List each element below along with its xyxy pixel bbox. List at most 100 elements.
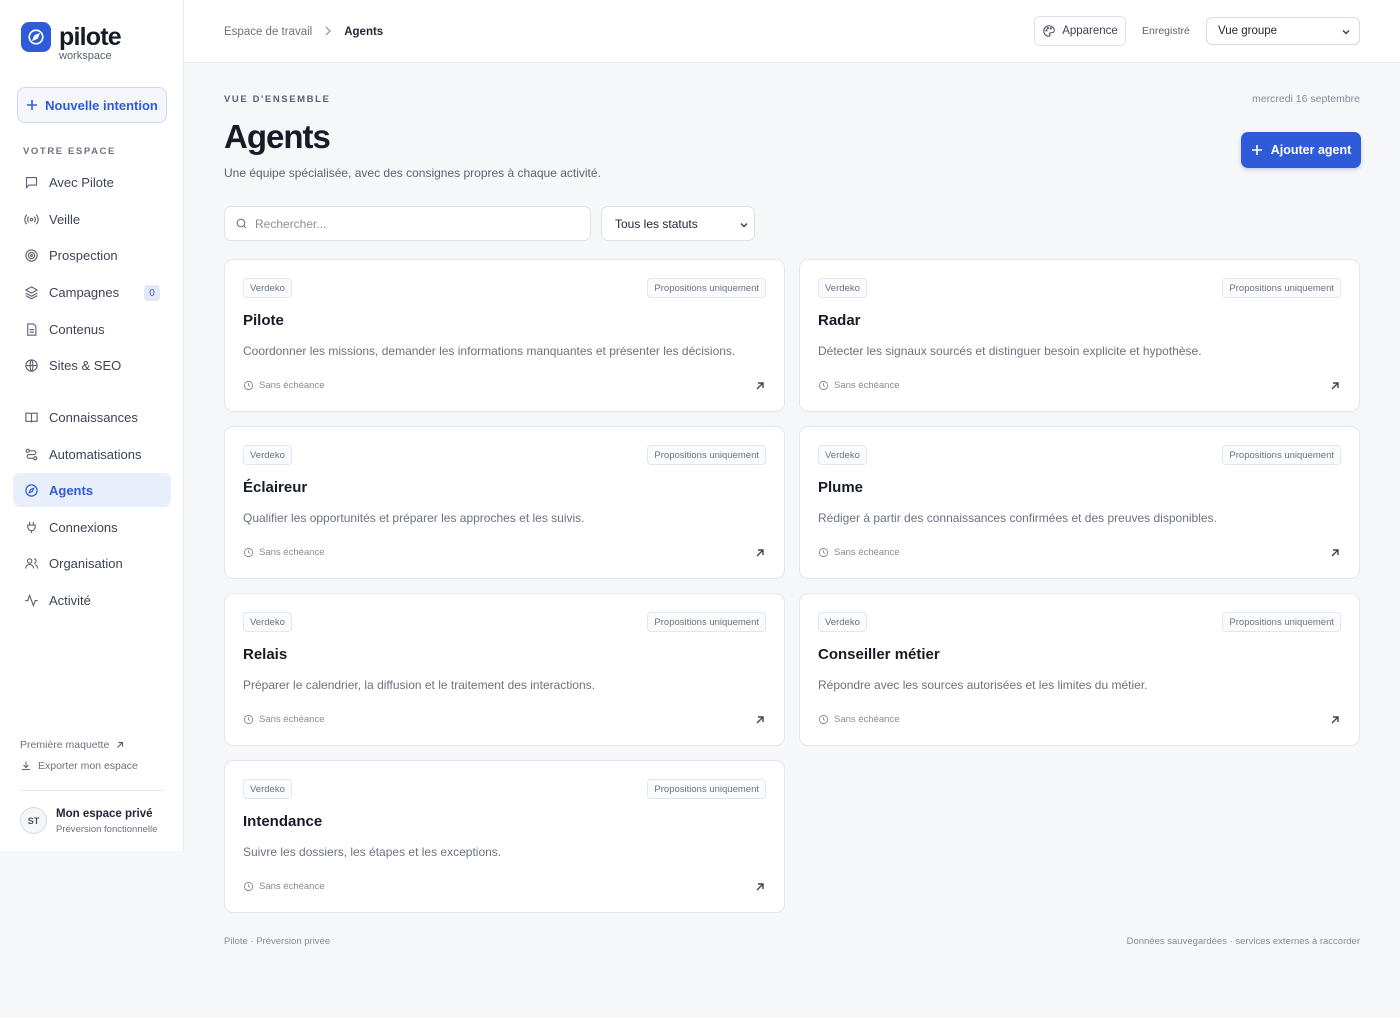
mode-chip: Propositions uniquement — [647, 278, 766, 298]
breadcrumb: Espace de travail Agents — [224, 25, 383, 39]
deadline-label: Sans échéance — [259, 547, 325, 558]
sidebar-item-label: Sites & SEO — [49, 357, 122, 373]
agent-deadline: Sans échéance — [818, 380, 900, 391]
agent-deadline: Sans échéance — [243, 714, 325, 725]
avatar[interactable]: ST — [20, 807, 47, 834]
view-group-select[interactable]: Vue groupe — [1206, 17, 1360, 45]
agent-title: Pilote — [243, 312, 284, 329]
new-intent-button[interactable]: Nouvelle intention — [17, 87, 167, 123]
agent-card-eclaireur[interactable]: Verdeko Propositions uniquement Éclaireu… — [224, 426, 785, 579]
users-icon — [23, 555, 39, 571]
current-date: mercredi 16 septembre — [1252, 93, 1360, 105]
sidebar-item-label: Agents — [49, 482, 94, 498]
sidebar-item-campagnes[interactable]: Campagnes 0 — [13, 275, 171, 309]
open-arrow-icon[interactable] — [754, 547, 766, 559]
sidebar-item-label: Activité — [49, 592, 91, 608]
sidebar-item-veille[interactable]: Veille — [13, 202, 171, 236]
workspace-chip: Verdeko — [243, 779, 292, 799]
open-arrow-icon[interactable] — [754, 881, 766, 893]
sidebar-item-label: Campagnes — [49, 284, 120, 300]
clock-icon — [243, 881, 254, 892]
agent-title: Relais — [243, 646, 288, 663]
deadline-label: Sans échéance — [834, 714, 900, 725]
workspace-chip: Verdeko — [818, 278, 867, 298]
sidebar-item-agents[interactable]: Agents — [13, 473, 171, 507]
workspace-chip: Verdeko — [243, 445, 292, 465]
agent-deadline: Sans échéance — [818, 547, 900, 558]
agent-card-plume[interactable]: Verdeko Propositions uniquement Plume Ré… — [799, 426, 1360, 579]
search-input[interactable]: Rechercher... — [224, 206, 591, 241]
open-arrow-icon[interactable] — [1329, 380, 1341, 392]
first-mockup-link[interactable]: Première maquette — [20, 739, 125, 751]
agent-description: Suivre les dossiers, les étapes et les e… — [243, 845, 502, 859]
sidebar-item-label: Contenus — [49, 321, 105, 337]
compass-icon — [23, 482, 39, 498]
mode-chip: Propositions uniquement — [647, 445, 766, 465]
open-arrow-icon[interactable] — [1329, 714, 1341, 726]
sidebar-item-connaissances[interactable]: Connaissances — [13, 400, 171, 434]
chevron-down-icon — [1342, 29, 1350, 35]
export-space-link[interactable]: Exporter mon espace — [20, 760, 138, 772]
agent-card-pilote[interactable]: Verdeko Propositions uniquement Pilote C… — [224, 259, 785, 412]
agent-card-radar[interactable]: Verdeko Propositions uniquement Radar Dé… — [799, 259, 1360, 412]
sidebar-item-organisation[interactable]: Organisation — [13, 546, 171, 580]
sidebar-item-connexions[interactable]: Connexions — [13, 510, 171, 544]
agent-title: Éclaireur — [243, 479, 308, 496]
appearance-label: Apparence — [1062, 25, 1118, 37]
open-arrow-icon[interactable] — [1329, 547, 1341, 559]
view-select-value: Vue groupe — [1218, 25, 1278, 37]
sidebar-item-activite[interactable]: Activité — [13, 583, 171, 617]
export-space-label: Exporter mon espace — [38, 760, 138, 772]
mode-chip: Propositions uniquement — [647, 612, 766, 632]
agent-description: Qualifier les opportunités et préparer l… — [243, 511, 585, 525]
search-icon — [236, 218, 247, 229]
deadline-label: Sans échéance — [259, 881, 325, 892]
open-arrow-icon[interactable] — [754, 380, 766, 392]
status-filter-select[interactable]: Tous les statuts — [601, 206, 755, 241]
open-arrow-icon[interactable] — [754, 714, 766, 726]
mode-chip: Propositions uniquement — [1222, 278, 1341, 298]
deadline-label: Sans échéance — [259, 714, 325, 725]
appearance-button[interactable]: Apparence — [1034, 16, 1126, 46]
workspace-chip: Verdeko — [243, 278, 292, 298]
globe-icon — [23, 357, 39, 373]
add-agent-button[interactable]: Ajouter agent — [1241, 132, 1361, 168]
deadline-label: Sans échéance — [259, 380, 325, 391]
sidebar-item-avec-pilote[interactable]: Avec Pilote — [13, 165, 171, 199]
deadline-label: Sans échéance — [834, 380, 900, 391]
chevron-down-icon — [740, 222, 748, 228]
agent-card-relais[interactable]: Verdeko Propositions uniquement Relais P… — [224, 593, 785, 746]
agent-card-intendance[interactable]: Verdeko Propositions uniquement Intendan… — [224, 760, 785, 913]
mode-chip: Propositions uniquement — [1222, 612, 1341, 632]
user-space-name: Mon espace privé — [56, 808, 153, 820]
mode-chip: Propositions uniquement — [647, 779, 766, 799]
footer-left-text: Pilote · Préversion privée — [224, 936, 331, 947]
chevron-right-icon — [324, 25, 332, 39]
agent-card-conseiller-metier[interactable]: Verdeko Propositions uniquement Conseill… — [799, 593, 1360, 746]
sidebar-item-label: Prospection — [49, 247, 118, 263]
sidebar-item-label: Automatisations — [49, 446, 142, 462]
clock-icon — [818, 547, 829, 558]
status-filter-value: Tous les statuts — [615, 216, 698, 231]
clock-icon — [243, 714, 254, 725]
sidebar-item-label: Organisation — [49, 555, 123, 571]
campaigns-count-badge: 0 — [144, 285, 160, 301]
deadline-label: Sans échéance — [834, 547, 900, 558]
agent-deadline: Sans échéance — [243, 881, 325, 892]
breadcrumb-workspace[interactable]: Espace de travail — [224, 26, 312, 38]
agent-title: Intendance — [243, 813, 323, 830]
document-icon — [23, 321, 39, 337]
agent-title: Plume — [818, 479, 864, 496]
sidebar-item-sites-seo[interactable]: Sites & SEO — [13, 348, 171, 382]
sidebar-item-automatisations[interactable]: Automatisations — [13, 437, 171, 471]
brand-subtitle: workspace — [59, 50, 112, 62]
brand-logo[interactable]: pilote workspace — [21, 22, 122, 62]
compass-logo-icon — [21, 22, 51, 52]
sidebar-item-prospection[interactable]: Prospection — [13, 238, 171, 272]
agent-deadline: Sans échéance — [818, 714, 900, 725]
footer-right-text: Données sauvegardées · services externes… — [1126, 936, 1360, 947]
mode-chip: Propositions uniquement — [1222, 445, 1341, 465]
saved-status: Enregistré — [1142, 25, 1190, 37]
sidebar-item-contenus[interactable]: Contenus — [13, 312, 171, 346]
agent-description: Préparer le calendrier, la diffusion et … — [243, 678, 595, 692]
